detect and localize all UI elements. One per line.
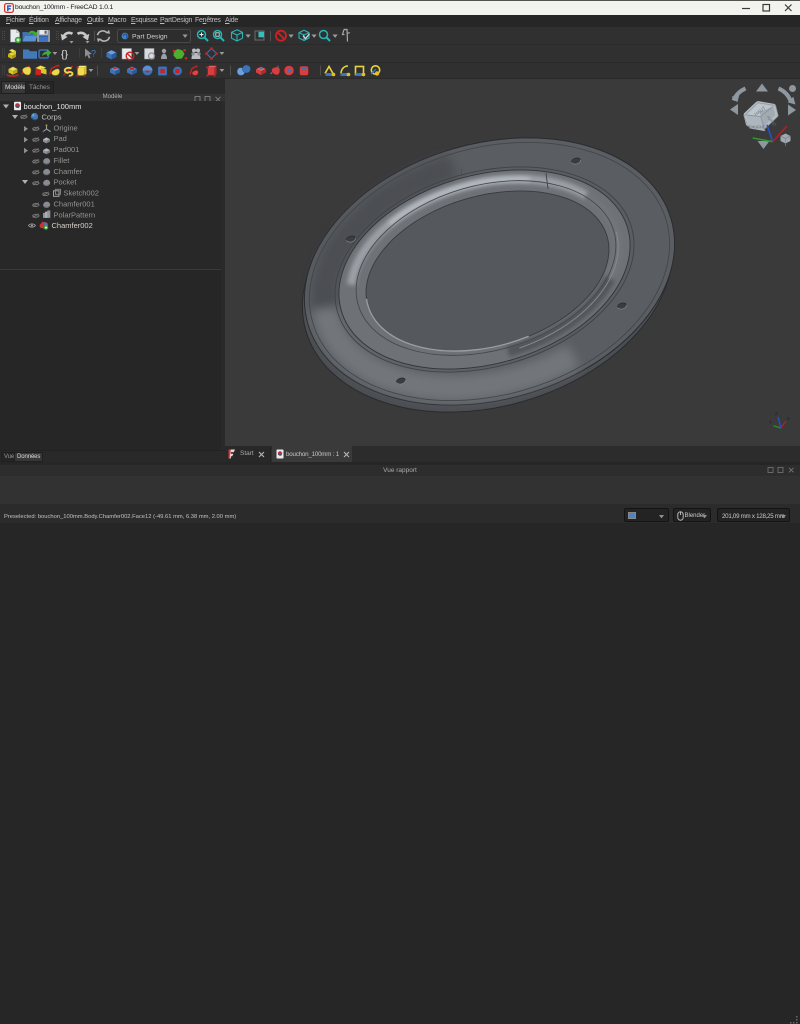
svg-text:Fillet: Fillet [54, 156, 71, 165]
svg-text:Chamfer: Chamfer [54, 167, 83, 176]
svg-text:Origine: Origine [54, 123, 78, 132]
svg-text:X: X [787, 416, 790, 421]
svg-text:Chamfer002: Chamfer002 [52, 221, 93, 230]
svg-text:Y: Y [769, 420, 772, 425]
svg-text:PolarPattern: PolarPattern [54, 210, 96, 219]
svg-text:Pocket: Pocket [54, 178, 78, 187]
svg-text:Sketch002: Sketch002 [64, 189, 99, 198]
svg-text:?: ? [91, 49, 96, 59]
svg-text:Chamfer001: Chamfer001 [54, 200, 95, 209]
svg-text:Part Design: Part Design [132, 33, 168, 40]
svg-text:{}: {} [61, 49, 69, 61]
svg-text:Pad: Pad [54, 134, 67, 143]
svg-text:bouchon_100mm: bouchon_100mm [24, 102, 82, 111]
svg-text:Corps: Corps [42, 113, 62, 122]
svg-text:Z: Z [775, 411, 778, 416]
svg-text:Pad001: Pad001 [54, 145, 80, 154]
svg-text:GAUCHE: GAUCHE [748, 124, 766, 130]
